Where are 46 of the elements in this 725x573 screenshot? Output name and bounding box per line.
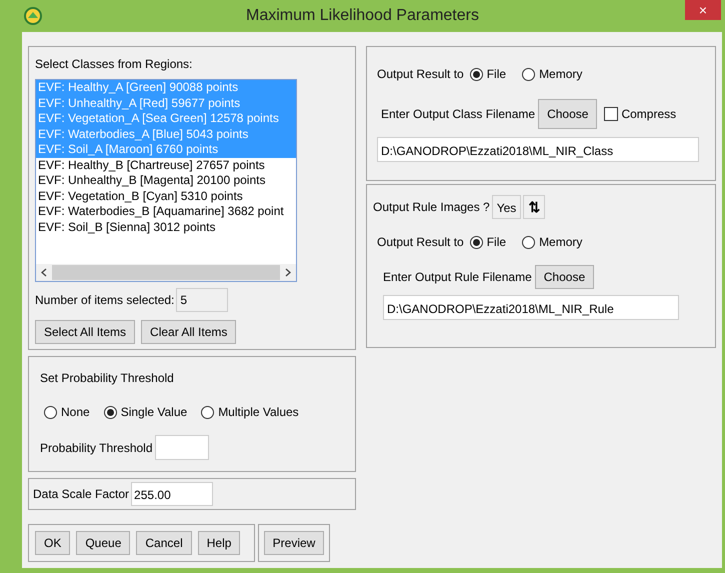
radio-option[interactable]: File [470, 65, 506, 83]
list-item[interactable]: EVF: Soil_B [Sienna] 3012 points [36, 220, 296, 235]
list-button[interactable]: Clear All Items [141, 320, 236, 344]
rule-path-field[interactable]: D:\GANODROP\Ezzati2018\ML_NIR_Rule [383, 295, 679, 320]
count-label: Number of items selected: [35, 292, 174, 309]
list-button[interactable]: Select All Items [35, 320, 136, 344]
section-title: Set Probability Threshold [40, 370, 175, 387]
yes-field[interactable]: Yes [492, 195, 522, 219]
field-label: Data Scale Factor [33, 486, 130, 503]
close-button[interactable]: × [685, 0, 721, 20]
list-item[interactable]: EVF: Vegetation_B [Cyan] 5310 points [36, 188, 296, 204]
list-item[interactable]: EVF: Waterbodies_B [Aquamarine] 3682 point [36, 204, 296, 220]
choose-button[interactable]: Choose [534, 265, 594, 289]
output-label: Output Result to [377, 66, 464, 83]
radio-option[interactable]: None [44, 403, 90, 421]
compress-checkbox[interactable]: Compress [604, 105, 676, 123]
list-item[interactable]: EVF: Unhealthy_B [Magenta] 20100 points [36, 173, 296, 188]
window-title: Maximum Likelihood Parameters [246, 6, 479, 26]
radio-option[interactable]: File [470, 233, 506, 251]
dialog-button[interactable]: Help [198, 531, 240, 555]
filename-label: Enter Output Rule Filename [383, 269, 532, 286]
choose-button[interactable]: Choose [538, 99, 598, 129]
class-list[interactable] [35, 79, 297, 282]
list-item[interactable]: EVF: Healthy_B [Chartreuse] 27657 points [36, 158, 296, 173]
dialog-button[interactable]: OK [35, 531, 70, 555]
preview-button[interactable]: Preview [264, 531, 324, 555]
threshold-field[interactable] [154, 435, 209, 460]
class-path-field[interactable]: D:\GANODROP\Ezzati2018\ML_NIR_Class [377, 137, 699, 162]
horizontal-scrollbar[interactable] [36, 264, 296, 281]
scale-field[interactable]: 255.00 [131, 482, 214, 506]
radio-option[interactable]: Memory [522, 233, 582, 251]
output-label: Output Result to [377, 234, 464, 251]
field-label: Probability Threshold [40, 440, 153, 456]
app-icon [24, 7, 42, 25]
rule-images-label: Output Rule Images ? [373, 199, 490, 216]
radio-option[interactable]: Multiple Values [201, 403, 299, 421]
radio-option[interactable]: Memory [522, 65, 582, 83]
count-field[interactable]: 5 [176, 288, 228, 312]
scroll-right-icon[interactable] [285, 268, 291, 277]
radio-option[interactable]: Single Value [104, 403, 188, 421]
scroll-left-icon[interactable] [41, 268, 47, 277]
list-label: Select Classes from Regions: [35, 56, 194, 73]
dialog-button[interactable]: Queue [76, 531, 130, 555]
toggle-button[interactable]: ⇅ [523, 195, 546, 219]
dialog-button[interactable]: Cancel [136, 531, 192, 555]
filename-label: Enter Output Class Filename [381, 106, 536, 123]
